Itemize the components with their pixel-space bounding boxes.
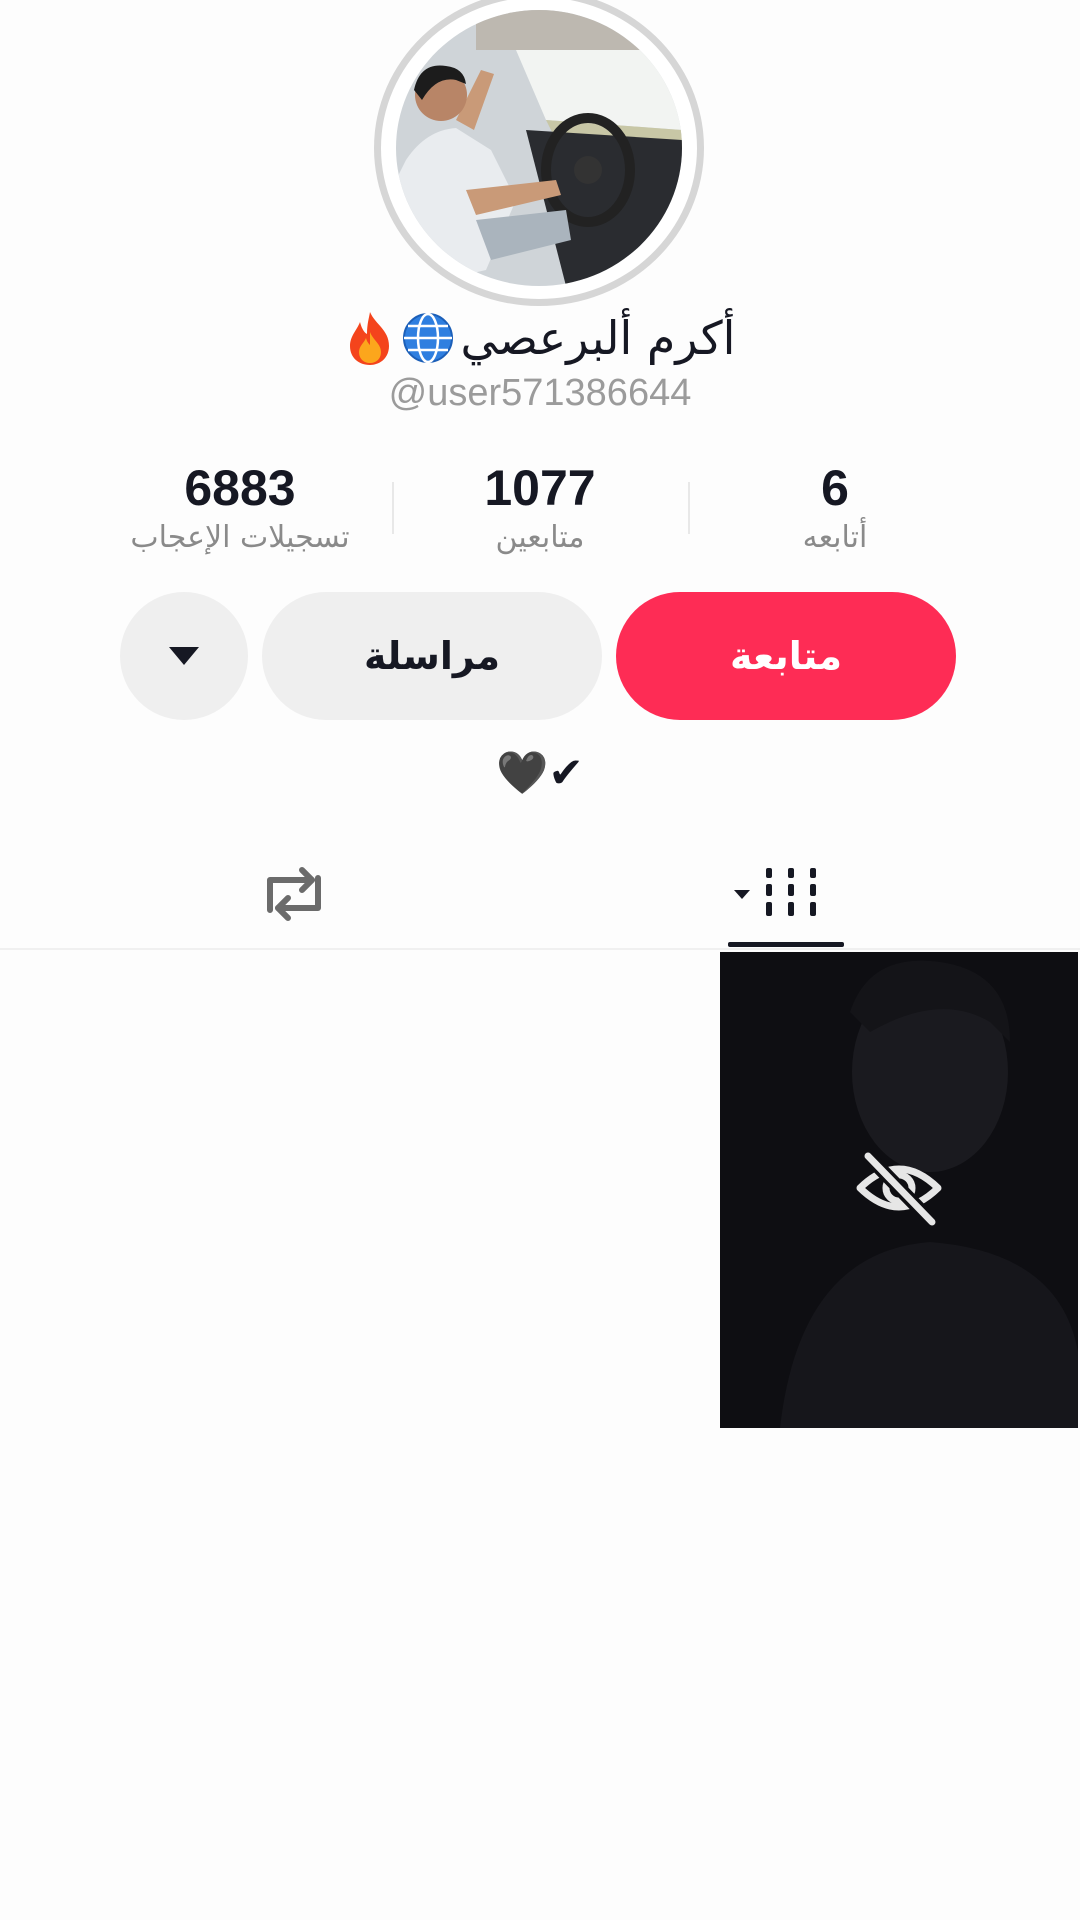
stat-divider	[392, 482, 394, 534]
username-handle: @user571386644	[388, 372, 692, 414]
grid-icon	[734, 868, 816, 916]
video-thumbnail[interactable]	[720, 952, 1078, 1428]
followers-count: 1077	[484, 460, 596, 516]
caret-down-icon	[169, 647, 199, 665]
avatar-photo	[396, 10, 682, 286]
stat-likes: 6883 تسجيلات الإعجاب	[90, 458, 390, 558]
display-name-row: أكرم ألبرعصي	[0, 300, 1080, 376]
fire-icon	[349, 312, 389, 365]
tab-videos[interactable]	[730, 854, 840, 934]
active-tab-indicator	[728, 942, 844, 947]
message-button[interactable]: مراسلة	[262, 592, 602, 720]
avatar[interactable]	[396, 10, 682, 286]
stat-following[interactable]: 6 أتابعه	[730, 458, 940, 558]
globe-icon	[402, 312, 453, 364]
followers-label: متابعين	[495, 520, 585, 555]
display-name: أكرم ألبرعصي	[460, 311, 736, 365]
stat-divider	[688, 482, 690, 534]
repost-icon	[267, 867, 321, 921]
stat-followers[interactable]: 1077 متابعين	[420, 458, 660, 558]
likes-count: 6883	[184, 460, 296, 516]
follow-button[interactable]: متابعة	[616, 592, 956, 720]
following-label: أتابعه	[802, 520, 868, 555]
message-button-label: مراسلة	[363, 634, 501, 678]
eye-off-icon	[856, 1149, 942, 1228]
tab-reposts[interactable]	[252, 854, 336, 934]
follow-button-label: متابعة	[729, 634, 843, 678]
suggested-accounts-button[interactable]	[120, 592, 248, 720]
following-count: 6	[821, 460, 849, 516]
tab-divider	[0, 948, 1080, 950]
likes-label: تسجيلات الإعجاب	[130, 520, 350, 555]
bio-text: 🖤✔	[496, 748, 584, 797]
